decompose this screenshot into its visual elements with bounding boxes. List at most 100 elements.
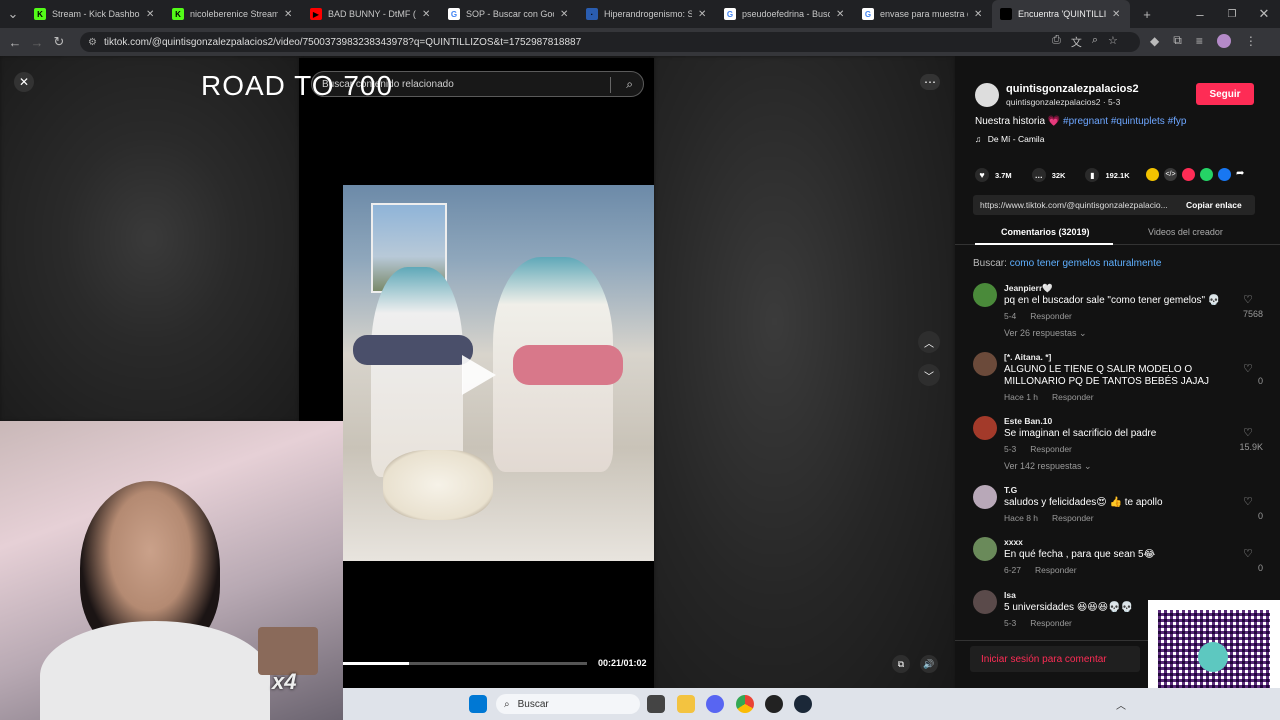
menu-kebab-icon[interactable]: ⋮ (1245, 34, 1257, 48)
reload-button[interactable]: ↻ (48, 31, 70, 53)
tab-close-icon[interactable]: ✕ (560, 9, 570, 20)
restore-button[interactable]: ❐ (1216, 3, 1248, 25)
chrome-icon[interactable] (736, 695, 754, 713)
browser-tab[interactable]: ♪ Encuentra 'QUINTILLIZOS ✕ (992, 0, 1130, 28)
music-line[interactable]: ♫ De Mí - Camila (975, 134, 1044, 144)
comment-like-icon[interactable]: ♡ (1243, 426, 1253, 439)
tab-close-icon[interactable]: ✕ (836, 9, 846, 20)
comment-avatar[interactable] (973, 590, 997, 614)
browser-tab[interactable]: · Hiperandrogenismo: SOP ✕ (578, 0, 716, 28)
zoom-icon[interactable]: ⌕ (1092, 34, 1098, 50)
view-replies-button[interactable]: Ver 26 respuestas ⌄ (1004, 328, 1087, 339)
file-explorer-icon[interactable] (677, 695, 695, 713)
pip-button[interactable]: ⧉ (892, 655, 910, 673)
coin-icon[interactable] (1146, 168, 1159, 181)
tab-close-icon[interactable]: ✕ (422, 9, 432, 20)
share-arrow-icon[interactable]: ➦ (1236, 168, 1249, 181)
puzzle-icon[interactable]: ⧉ (1173, 33, 1182, 48)
reply-button[interactable]: Responder (1030, 618, 1072, 628)
tab-close-icon[interactable]: ✕ (1112, 9, 1122, 20)
search-suggestion-query[interactable]: como tener gemelos naturalmente (1010, 258, 1162, 269)
previous-video-button[interactable]: ︿ (918, 331, 940, 353)
back-button[interactable]: ← (4, 31, 26, 53)
creator-avatar[interactable] (975, 83, 999, 107)
reply-button[interactable]: Responder (1030, 311, 1072, 321)
browser-tab[interactable]: ▶ BAD BUNNY - DtMF (Visu ✕ (302, 0, 440, 28)
comment-author[interactable]: T.G (1004, 485, 1017, 495)
comment-like-icon[interactable]: ♡ (1243, 293, 1253, 306)
comment-author[interactable]: Este Ban.10 (1004, 416, 1052, 426)
install-icon[interactable]: ⎙ (1052, 34, 1061, 50)
embed-icon[interactable]: </> (1164, 168, 1177, 181)
bookmark-star-icon[interactable]: ☆ (1108, 34, 1118, 50)
tab-search-button[interactable]: ⌄ (0, 3, 26, 25)
reply-button[interactable]: Responder (1052, 513, 1094, 523)
comment-avatar[interactable] (973, 537, 997, 561)
taskbar-search[interactable]: ⌕ Buscar (496, 694, 640, 714)
translate-icon[interactable]: 文 (1071, 34, 1082, 50)
like-icon[interactable]: ♥ (975, 168, 989, 182)
caption-hashtags[interactable]: #pregnant #quintuplets #fyp (1063, 116, 1186, 127)
comment-avatar[interactable] (973, 416, 997, 440)
video-progress-track[interactable] (343, 662, 587, 665)
view-replies-button[interactable]: Ver 142 respuestas ⌄ (1004, 461, 1092, 472)
close-window-button[interactable]: ✕ (1248, 3, 1280, 25)
comment-avatar[interactable] (973, 485, 997, 509)
browser-tab[interactable]: Gpseudoefedrina - Buscar ✕ (716, 0, 854, 28)
comment-like-icon[interactable]: ♡ (1243, 547, 1253, 560)
comment-like-icon[interactable]: ♡ (1243, 362, 1253, 375)
site-info-icon[interactable]: ⚙ (88, 37, 97, 48)
login-to-comment-button[interactable]: Iniciar sesión para comentar (970, 646, 1140, 672)
address-bar[interactable]: ⚙ tiktok.com/@quintisgonzalezpalacios2/v… (80, 32, 1140, 52)
more-options-button[interactable]: ⋯ (920, 74, 940, 90)
tab-comments[interactable]: Comentarios (32019) (1001, 227, 1090, 237)
whatsapp-icon[interactable] (1200, 168, 1213, 181)
comment-icon[interactable]: … (1031, 168, 1046, 182)
forward-button[interactable]: → (26, 31, 48, 53)
obs-icon[interactable] (765, 695, 783, 713)
reply-button[interactable]: Responder (1030, 444, 1072, 454)
follow-button[interactable]: Seguir (1196, 83, 1254, 105)
facebook-icon[interactable] (1218, 168, 1231, 181)
profile-avatar[interactable] (1216, 33, 1231, 48)
browser-tab[interactable]: Genvase para muestra de o ✕ (854, 0, 992, 28)
volume-button[interactable]: 🔊 (920, 655, 938, 673)
comment-author[interactable]: xxxx (1004, 537, 1023, 547)
extension-icon[interactable]: ◆ (1150, 34, 1159, 48)
tab-creator-videos[interactable]: Videos del creador (1148, 227, 1223, 237)
browser-tab[interactable]: Knicoleberenice Stream - V ✕ (164, 0, 302, 28)
tab-favicon-icon: G (862, 8, 874, 20)
steam-icon[interactable] (794, 695, 812, 713)
comment-like-icon[interactable]: ♡ (1243, 495, 1253, 508)
comment-avatar[interactable] (973, 283, 997, 307)
browser-tab[interactable]: G SOP - Buscar con Google ✕ (440, 0, 578, 28)
minimize-button[interactable]: – (1184, 3, 1216, 25)
comment-author[interactable]: Jeanpierr🤍 (1004, 283, 1053, 294)
send-icon[interactable] (1182, 168, 1195, 181)
creator-username[interactable]: quintisgonzalezpalacios2 (1006, 83, 1139, 95)
comment-author[interactable]: [*. Aitana. *] (1004, 352, 1051, 362)
share-link-url[interactable]: https://www.tiktok.com/@quintisgonzalezp… (973, 200, 1178, 210)
discord-icon[interactable] (706, 695, 724, 713)
play-icon[interactable] (462, 355, 496, 395)
tab-close-icon[interactable]: ✕ (146, 9, 156, 20)
bookmark-icon[interactable]: ▮ (1085, 168, 1100, 182)
tab-close-icon[interactable]: ✕ (698, 9, 708, 20)
start-icon[interactable] (469, 695, 487, 713)
next-video-button[interactable]: ﹀ (918, 364, 940, 386)
reply-button[interactable]: Responder (1052, 392, 1094, 402)
reply-button[interactable]: Responder (1035, 565, 1077, 575)
comment-avatar[interactable] (973, 352, 997, 376)
copy-link-button[interactable]: Copiar enlace (1186, 200, 1242, 210)
search-icon[interactable]: ⌕ (626, 77, 633, 92)
comment-author[interactable]: Isa (1004, 590, 1016, 600)
search-suggestion[interactable]: Buscar: como tener gemelos naturalmente (973, 258, 1161, 269)
tab-close-icon[interactable]: ✕ (284, 9, 294, 20)
new-tab-button[interactable]: + (1136, 3, 1158, 25)
task-view-icon[interactable] (647, 695, 665, 713)
browser-tab[interactable]: K Stream - Kick Dashboard ✕ (26, 0, 164, 28)
tray-chevron-icon[interactable]: ︿ (1116, 697, 1126, 712)
playlist-icon[interactable]: ≡ (1196, 34, 1203, 48)
tab-close-icon[interactable]: ✕ (974, 9, 984, 20)
close-video-button[interactable]: ✕ (14, 72, 34, 92)
